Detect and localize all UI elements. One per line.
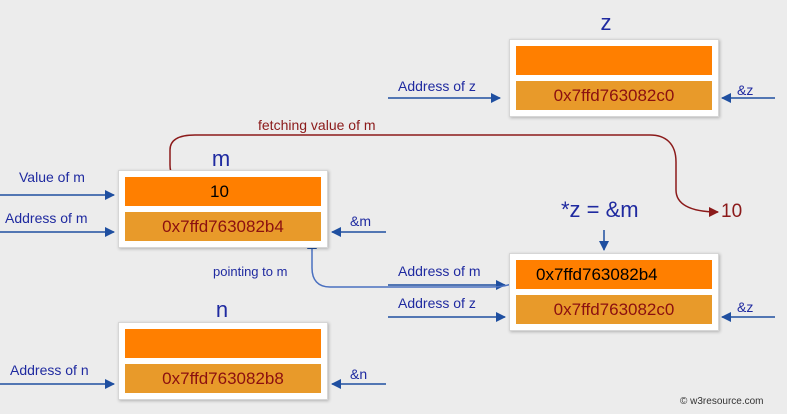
label-amp-z-top: &z [737,82,754,98]
pointer-value: 0x7ffd763082b4 [536,265,658,284]
pointer-address-cell: 0x7ffd763082c0 [516,295,712,324]
m-value-cell: 10 [125,177,321,206]
m-address-cell: 0x7ffd763082b4 [125,212,321,241]
z-memory-box: 0x7ffd763082c0 [509,39,719,117]
label-address-of-z-top: Address of z [398,78,476,94]
n-value-cell [125,329,321,358]
var-name-m: m [211,146,231,171]
n-address-cell: 0x7ffd763082b8 [125,364,321,393]
label-address-of-m-ptr: Address of m [398,263,481,279]
n-memory-box: 0x7ffd763082b8 [118,322,328,400]
label-address-of-z-ptr: Address of z [398,295,476,311]
result-value: 10 [721,201,743,222]
z-value-cell [516,46,712,75]
m-value: 10 [210,182,229,201]
pointer-expression: *z = &m [561,197,639,222]
label-amp-n: &n [350,366,368,382]
pointer-value-cell: 0x7ffd763082b4 [516,260,712,289]
var-name-n: n [215,297,229,322]
label-value-of-m: Value of m [19,169,85,185]
label-fetching: fetching value of m [258,117,376,133]
label-amp-m: &m [350,213,371,229]
z-address-cell: 0x7ffd763082c0 [516,81,712,110]
watermark: © w3resource.com [680,396,764,407]
pointer-memory-box: 0x7ffd763082b4 0x7ffd763082c0 [509,253,719,331]
label-amp-z-ptr: &z [737,299,754,315]
label-pointing-to-m: pointing to m [213,264,288,279]
var-name-z: z [600,10,612,35]
m-memory-box: 10 0x7ffd763082b4 [118,170,328,248]
label-address-of-m: Address of m [5,210,88,226]
label-address-of-n: Address of n [10,362,89,378]
